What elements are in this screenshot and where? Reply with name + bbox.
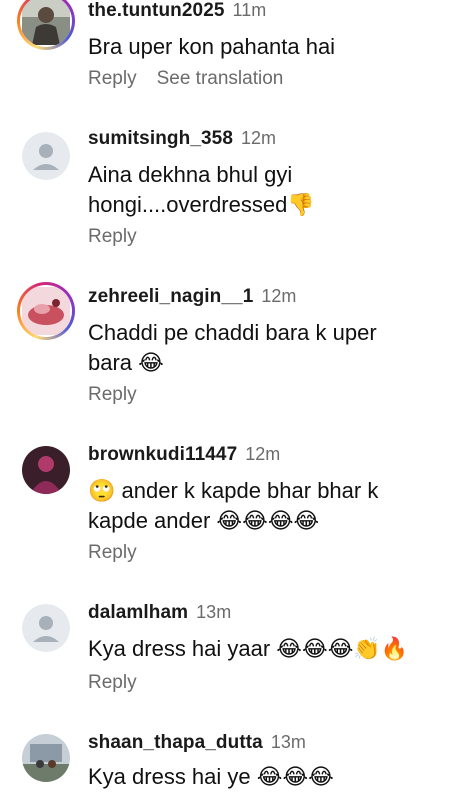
comment-text-line: kapde ander 😂😂😂😂 [88,508,320,533]
comment-text: Kya dress hai yaar 😂😂😂👏🔥 [88,636,409,661]
comment-meta: brownkudi11447 12m [88,444,280,466]
avatar[interactable] [17,0,75,50]
reply-button[interactable]: Reply [88,672,137,693]
profile-photo-icon [22,287,70,335]
username[interactable]: sumitsingh_358 [88,128,233,149]
default-avatar-icon [22,132,70,180]
timestamp: 13m [196,602,232,622]
timestamp: 12m [245,444,281,464]
reply-button[interactable]: Reply [88,226,137,247]
timestamp: 13m [270,732,306,752]
avatar[interactable] [22,132,70,180]
comment-text-line: hongi....overdressed👎 [88,192,315,217]
timestamp: 12m [261,286,297,306]
comment-actions: Reply [88,672,157,694]
comment-text: Chaddi pe chaddi bara k uper bara 😂 [88,318,458,378]
profile-photo-icon [22,446,70,494]
comment-text: Bra uper kon pahanta hai [88,34,336,59]
username[interactable]: dalamlham [88,602,188,623]
avatar[interactable] [17,282,75,340]
comment-text: 🙄 ander k kapde bhar bhar k kapde ander … [88,476,458,536]
timestamp: 12m [241,128,277,148]
username[interactable]: the.tuntun2025 [88,0,225,21]
comment-meta: sumitsingh_358 12m [88,128,276,150]
default-avatar-icon [22,604,70,652]
comment-actions: Reply [88,226,157,248]
comment-meta: zehreeli_nagin__1 12m [88,286,296,308]
username[interactable]: zehreeli_nagin__1 [88,286,253,307]
profile-photo-icon [22,0,70,45]
username[interactable]: brownkudi11447 [88,444,237,465]
avatar[interactable] [22,446,70,494]
comment-text: Kya dress hai ye 😂😂😂 [88,764,334,789]
timestamp: 11m [232,0,267,20]
comment-text-line: 🙄 ander k kapde bhar bhar k [88,478,379,503]
avatar[interactable] [22,604,70,652]
comment-meta: the.tuntun2025 11m [88,0,266,22]
profile-photo-icon [22,734,70,782]
reply-button[interactable]: Reply [88,384,137,405]
reply-button[interactable]: Reply [88,542,137,563]
comment-actions: Reply See translation [88,68,303,90]
comment-actions: Reply [88,384,157,406]
see-translation-button[interactable]: See translation [157,68,284,89]
reply-button[interactable]: Reply [88,68,137,89]
comment-actions: Reply [88,542,157,564]
comment-text-line: bara 😂 [88,350,164,375]
comment-text-line: Aina dekhna bhul gyi [88,162,293,187]
comment-meta: shaan_thapa_dutta 13m [88,732,306,754]
comment-meta: dalamlham 13m [88,602,231,624]
comment-text: Aina dekhna bhul gyi hongi....overdresse… [88,160,458,220]
comment-text-line: Chaddi pe chaddi bara k uper [88,320,377,345]
username[interactable]: shaan_thapa_dutta [88,732,263,753]
avatar[interactable] [22,734,70,782]
